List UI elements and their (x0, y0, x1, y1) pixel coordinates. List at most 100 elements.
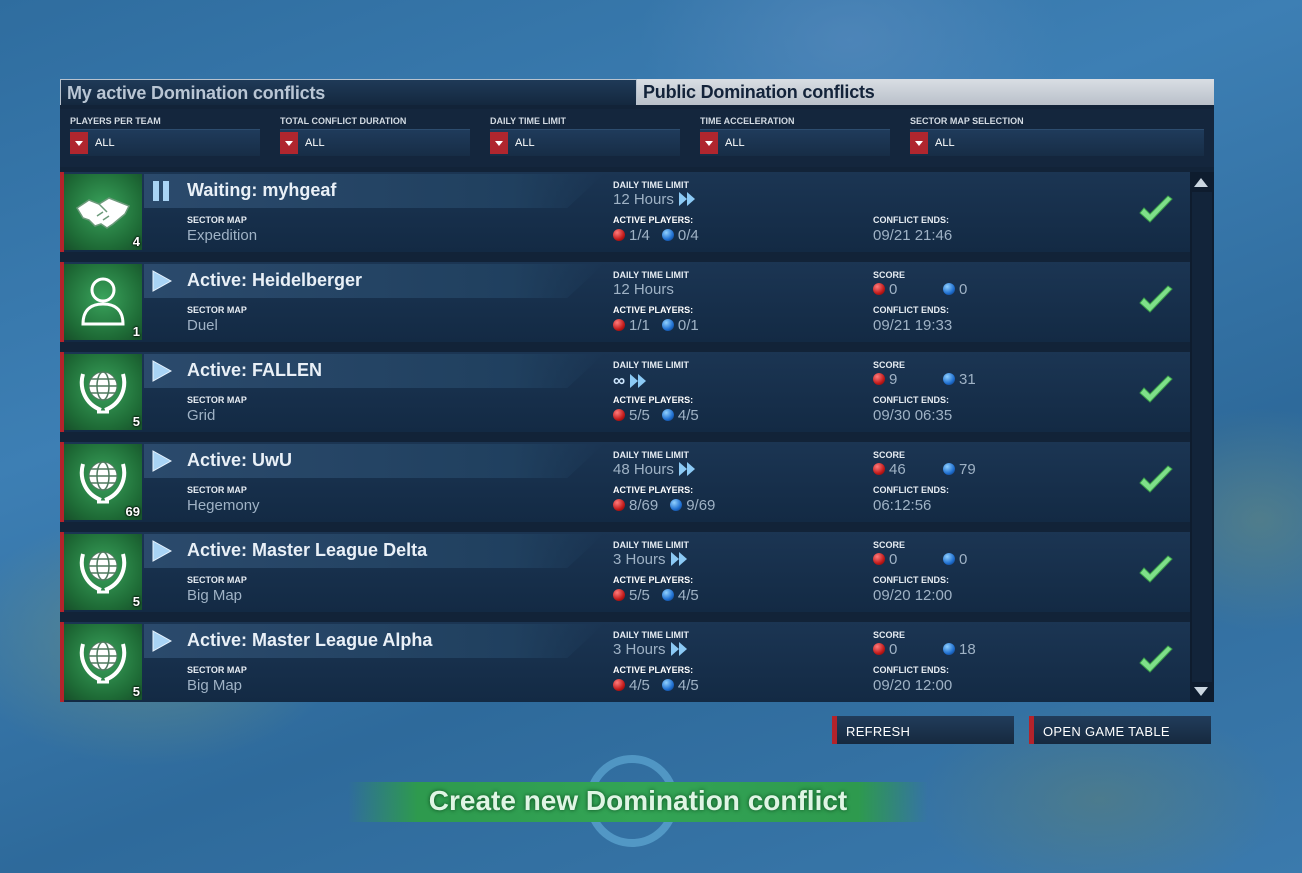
conflict-ends-value: 09/20 12:00 (873, 677, 953, 694)
blue-team-dot-icon (670, 499, 683, 511)
dropdown-arrow-icon[interactable] (280, 132, 298, 154)
daily-time-limit-label: DAILY TIME LIMIT (613, 540, 690, 550)
active-players-label: ACTIVE PLAYERS: (613, 305, 694, 315)
sector-map-value: Big Map (187, 587, 243, 604)
refresh-button[interactable]: REFRESH (832, 716, 1014, 744)
filter-bar: PLAYERS PER TEAM ALL TOTAL CONFLICT DURA… (60, 109, 1214, 167)
blue-team-dot-icon (943, 553, 955, 565)
dropdown-arrow-icon[interactable] (70, 132, 88, 154)
sector-map-label: SECTOR MAP (187, 665, 247, 675)
scroll-track[interactable] (1192, 192, 1212, 682)
scroll-down-arrow-icon[interactable] (1194, 687, 1208, 696)
create-conflict-label: Create new Domination conflict (428, 785, 848, 816)
red-team-score: 0 (889, 281, 898, 298)
conflict-row[interactable]: 4 Waiting: myhgeaf SECTOR MAP Expedition DAI… (60, 172, 1190, 252)
open-game-table-button[interactable]: OPEN GAME TABLE (1029, 716, 1211, 744)
sector-map-label: SECTOR MAP (187, 485, 247, 495)
play-icon[interactable] (152, 630, 173, 652)
play-icon[interactable] (152, 270, 173, 292)
check-icon[interactable] (1138, 645, 1174, 679)
daily-limit-text: 48 Hours (613, 461, 674, 478)
active-players-value: 1/1 0/1 (613, 317, 699, 334)
filter-value: ALL (305, 137, 325, 149)
filter-label: TIME ACCELERATION (700, 116, 795, 126)
conflict-row[interactable]: 69 Active: UwU SECTOR MAP Hegemony DAILY TIM… (60, 442, 1190, 522)
red-team-dot-icon (613, 499, 625, 511)
active-players-value: 1/4 0/4 (613, 227, 699, 244)
players-per-team-select[interactable]: ALL (70, 129, 260, 156)
daily-time-limit-value: 3 Hours (613, 641, 690, 661)
play-icon[interactable] (152, 450, 173, 472)
check-icon[interactable] (1138, 285, 1174, 319)
red-team-players: 1/1 (629, 317, 650, 334)
fast-forward-icon (678, 461, 698, 481)
filter-label: TOTAL CONFLICT DURATION (280, 116, 407, 126)
conflict-row[interactable]: 1 Active: Heidelberger SECTOR MAP Duel DAILY… (60, 262, 1190, 342)
blue-team-dot-icon (943, 283, 955, 295)
tab-public-conflicts[interactable]: Public Domination conflicts (637, 79, 1214, 105)
red-team-score: 0 (889, 641, 898, 658)
check-icon[interactable] (1138, 195, 1174, 229)
team-size-badge: 5 (132, 684, 140, 699)
red-team-dot-icon (613, 679, 625, 691)
sector-map-value: Duel (187, 317, 218, 334)
sector-map-selection-select[interactable]: ALL (910, 129, 1204, 156)
red-team-dot-icon (613, 589, 625, 601)
score-label: SCORE (873, 270, 906, 280)
team-size-badge: 5 (132, 594, 140, 609)
conflict-ends-value: 06:12:56 (873, 497, 932, 514)
tab-my-active-conflicts[interactable]: My active Domination conflicts (60, 79, 637, 105)
check-icon[interactable] (1138, 465, 1174, 499)
blue-team-players: 4/5 (677, 677, 699, 694)
dropdown-arrow-icon[interactable] (490, 132, 508, 154)
red-team-score: 0 (889, 551, 898, 568)
check-icon[interactable] (1138, 555, 1174, 589)
list-scrollbar[interactable] (1190, 172, 1214, 702)
total-conflict-duration-select[interactable]: ALL (280, 129, 470, 156)
play-icon[interactable] (152, 360, 173, 382)
red-team-players: 8/69 (629, 497, 659, 514)
conflict-row[interactable]: 5 Active: Master League Alpha SECTOR MAP Bi… (60, 622, 1190, 702)
conflict-ends-label: CONFLICT ENDS: (873, 665, 949, 675)
conflicts-panel: My active Domination conflicts Public Do… (60, 79, 1214, 702)
active-players-value: 8/69 9/69 (613, 497, 715, 514)
conflict-thumbnail: 4 (64, 174, 142, 250)
time-acceleration-select[interactable]: ALL (700, 129, 890, 156)
sector-map-value: Hegemony (187, 497, 260, 514)
dropdown-arrow-icon[interactable] (700, 132, 718, 154)
daily-time-limit-label: DAILY TIME LIMIT (613, 450, 690, 460)
blue-team-score: 18 (959, 641, 976, 658)
active-players-value: 5/5 4/5 (613, 407, 699, 424)
active-players-value: 5/5 4/5 (613, 587, 699, 604)
fast-forward-icon (670, 641, 690, 661)
fast-forward-icon (670, 551, 690, 571)
conflict-thumbnail: 69 (64, 444, 142, 520)
blue-team-dot-icon (943, 643, 955, 655)
scroll-up-arrow-icon[interactable] (1194, 178, 1208, 187)
filter-value: ALL (95, 137, 115, 149)
blue-team-score: 0 (959, 551, 968, 568)
conflict-title: Active: Master League Alpha (187, 630, 433, 650)
daily-time-limit-select[interactable]: ALL (490, 129, 680, 156)
conflict-list: 4 Waiting: myhgeaf SECTOR MAP Expedition DAI… (60, 172, 1190, 702)
check-icon[interactable] (1138, 375, 1174, 409)
conflict-ends-label: CONFLICT ENDS: (873, 575, 949, 585)
daily-time-limit-value: ∞ (613, 371, 649, 393)
active-players-value: 4/5 4/5 (613, 677, 699, 694)
red-team-players: 4/5 (629, 677, 650, 694)
play-icon[interactable] (152, 540, 173, 562)
conflict-row[interactable]: 5 Active: Master League Delta SECTOR MAP Bi… (60, 532, 1190, 612)
dropdown-arrow-icon[interactable] (910, 132, 928, 154)
sector-map-label: SECTOR MAP (187, 305, 247, 315)
score-value: 9 31 (873, 371, 976, 388)
filter-sector-map-selection: SECTOR MAP SELECTION ALL (900, 115, 1204, 156)
conflict-row[interactable]: 5 Active: FALLEN SECTOR MAP Grid DAILY TIME … (60, 352, 1190, 432)
filter-players-per-team: PLAYERS PER TEAM ALL (60, 115, 260, 156)
blue-team-score: 0 (959, 281, 968, 298)
conflict-ends-label: CONFLICT ENDS: (873, 395, 949, 405)
pause-icon[interactable] (152, 180, 172, 202)
conflict-title: Active: UwU (187, 450, 293, 470)
daily-time-limit-label: DAILY TIME LIMIT (613, 180, 690, 190)
score-value: 00 (873, 551, 967, 568)
conflict-title: Active: Heidelberger (187, 270, 363, 290)
